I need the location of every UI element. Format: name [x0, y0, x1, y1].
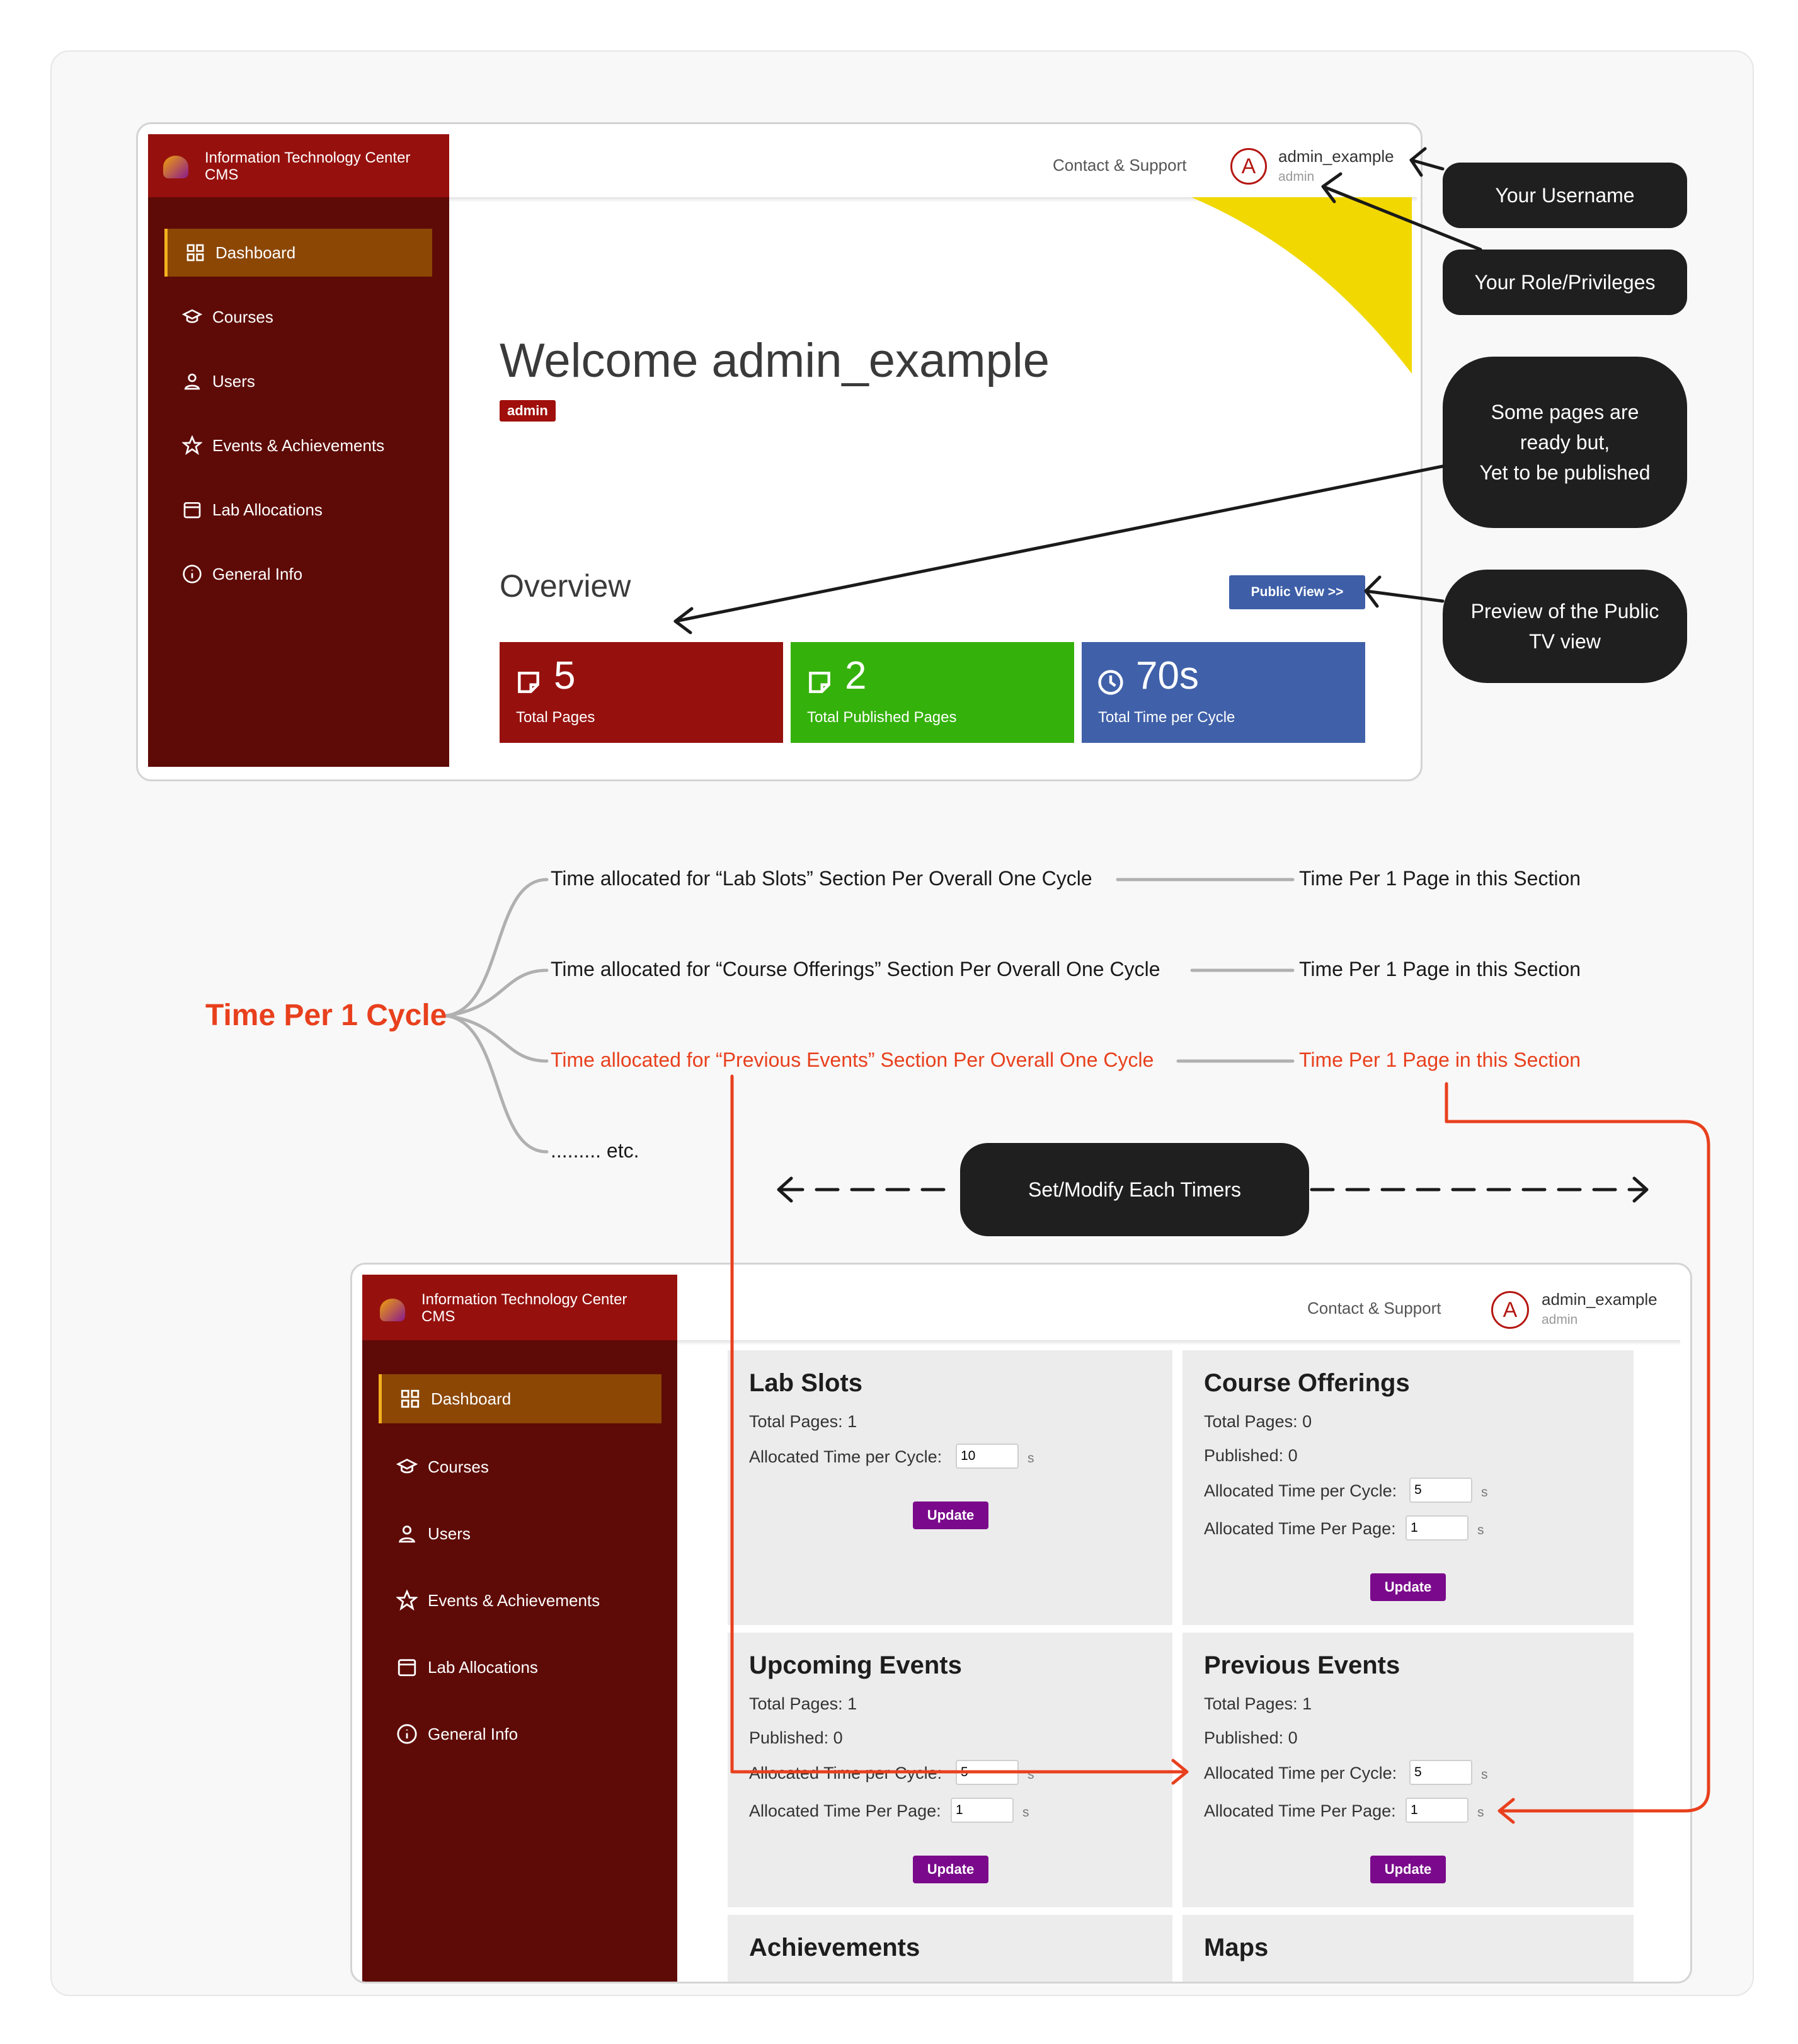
highlight-arrows [730, 1074, 1710, 1824]
